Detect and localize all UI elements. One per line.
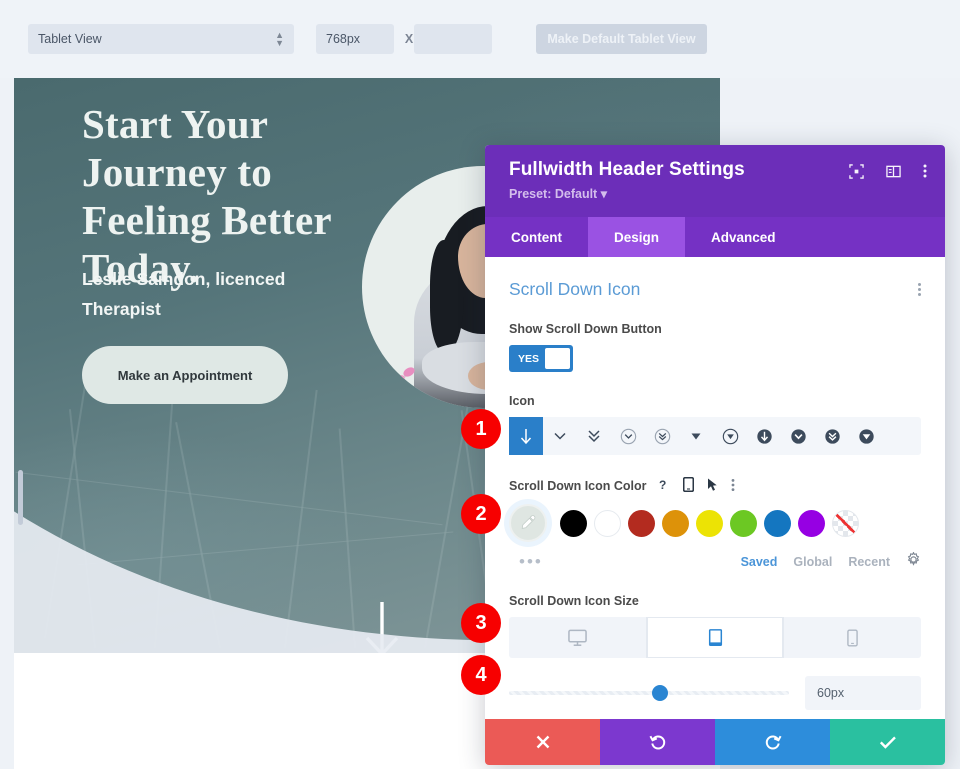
icon-option-circle-arrow-down-filled-icon[interactable] [747, 417, 781, 455]
palette-controls-row: ••• Saved Global Recent [509, 551, 921, 572]
view-mode-select[interactable]: Tablet View ▲ ▼ [28, 24, 294, 54]
redo-icon [765, 735, 781, 750]
tab-content[interactable]: Content [485, 217, 588, 257]
icon-picker [509, 417, 921, 455]
color-field-label-text: Scroll Down Icon Color [509, 479, 647, 493]
icon-option-double-chevron-down-icon[interactable] [577, 417, 611, 455]
eyedropper-icon[interactable] [509, 504, 547, 542]
hero-subheading: Leslie Saindon, licenced Therapist [82, 269, 286, 319]
icon-option-circle-triangle-down-filled-icon[interactable] [849, 417, 883, 455]
reset-button[interactable] [600, 719, 715, 765]
icon-option-triangle-down-icon[interactable] [679, 417, 713, 455]
device-phone-button[interactable] [784, 617, 921, 658]
kebab-menu-icon[interactable] [923, 163, 927, 179]
icon-option-circle-double-chevron-down-outline-icon[interactable] [645, 417, 679, 455]
section-title: Scroll Down Icon [509, 279, 641, 299]
svg-text:?: ? [659, 478, 666, 492]
color-field-label: Scroll Down Icon Color ? [509, 476, 921, 495]
save-button[interactable] [830, 719, 945, 765]
swatch-white[interactable] [594, 509, 621, 537]
swatch-none[interactable] [832, 509, 859, 537]
flower-decoration [381, 367, 415, 393]
annotation-badge-1: 1 [461, 409, 501, 449]
section-header: Scroll Down Icon [509, 279, 921, 300]
swatch-purple[interactable] [798, 509, 825, 537]
help-icon[interactable]: ? [659, 478, 670, 495]
swatch-red[interactable] [628, 509, 655, 537]
height-input[interactable] [414, 24, 492, 54]
cancel-button[interactable] [485, 719, 600, 765]
tab-advanced[interactable]: Advanced [685, 217, 802, 257]
annotation-badge-2: 2 [461, 494, 501, 534]
close-icon [536, 735, 549, 749]
icon-option-circle-triangle-down-outline-icon[interactable] [713, 417, 747, 455]
swatch-green[interactable] [730, 509, 757, 537]
device-tablet-button[interactable] [646, 617, 785, 658]
size-value: 60px [817, 686, 845, 700]
show-scroll-down-toggle[interactable]: YES [509, 345, 573, 372]
width-value: 768px [326, 32, 361, 46]
more-colors-icon[interactable]: ••• [519, 553, 543, 570]
swatch-blue[interactable] [764, 509, 791, 537]
tab-design[interactable]: Design [588, 217, 686, 257]
annotation-badge-4: 4 [461, 655, 501, 695]
icon-option-circle-chevron-down-filled-icon[interactable] [781, 417, 815, 455]
preview-resize-handle[interactable] [18, 470, 23, 525]
section-kebab-menu-icon[interactable] [918, 281, 921, 298]
view-mode-label: Tablet View [38, 32, 102, 46]
chevron-updown-icon: ▲ ▼ [275, 30, 284, 48]
icon-option-chevron-down-icon[interactable] [543, 417, 577, 455]
fullwidth-header-settings-modal: Fullwidth Header Settings Preset: Defaul… [485, 145, 945, 765]
icon-option-arrow-down-icon[interactable] [509, 417, 543, 455]
toggle-knob [545, 348, 570, 369]
tablet-icon[interactable] [682, 476, 694, 495]
toggle-value: YES [518, 352, 540, 365]
icon-option-circle-double-chevron-down-filled-icon[interactable] [815, 417, 849, 455]
size-slider-row: 60px [509, 676, 921, 710]
annotation-badge-3: 3 [461, 603, 501, 643]
preset-selector[interactable]: Preset: Default ▾ [509, 186, 927, 201]
size-field-label: Scroll Down Icon Size [509, 594, 639, 608]
desktop-icon [568, 629, 587, 646]
modal-header: Fullwidth Header Settings Preset: Defaul… [485, 145, 945, 217]
modal-body: Scroll Down Icon Show Scroll Down Button… [485, 257, 945, 719]
layout-icon[interactable] [886, 164, 901, 179]
slider-track[interactable] [509, 691, 789, 695]
palette-tab-recent[interactable]: Recent [848, 555, 890, 569]
phone-icon [847, 629, 858, 646]
palette-tab-global[interactable]: Global [793, 555, 832, 569]
swatch-orange[interactable] [662, 509, 689, 537]
make-appointment-button[interactable]: Make an Appointment [82, 346, 288, 404]
gear-icon[interactable] [906, 551, 921, 572]
width-input[interactable]: 768px [316, 24, 394, 54]
undo-icon [649, 735, 665, 750]
size-slider[interactable] [509, 685, 789, 701]
swatch-yellow[interactable] [696, 509, 723, 537]
responsive-device-group [509, 617, 921, 658]
modal-tabs: Content Design Advanced [485, 217, 945, 257]
target-icon[interactable] [849, 163, 864, 179]
redo-button[interactable] [715, 719, 830, 765]
check-icon [879, 736, 896, 749]
scroll-down-arrow-icon[interactable] [354, 598, 410, 653]
screen-root: Tablet View ▲ ▼ 768px X Make Default Tabl… [0, 0, 960, 769]
swatch-black[interactable] [560, 509, 587, 537]
size-value-input[interactable]: 60px [805, 676, 921, 710]
show-scroll-down-label: Show Scroll Down Button [509, 322, 662, 336]
device-desktop-button[interactable] [509, 617, 647, 658]
color-swatch-row [509, 504, 921, 542]
cursor-icon[interactable] [707, 478, 718, 495]
icon-option-circle-chevron-down-outline-icon[interactable] [611, 417, 645, 455]
icon-field-label: Icon [509, 394, 535, 408]
color-field-kebab-menu-icon[interactable] [731, 478, 735, 495]
make-default-tablet-view-button[interactable]: Make Default Tablet View [536, 24, 707, 54]
responsive-toolbar: Tablet View ▲ ▼ 768px X Make Default Tabl… [0, 0, 960, 78]
palette-tab-saved[interactable]: Saved [741, 555, 778, 569]
tablet-icon [708, 629, 722, 646]
slider-knob[interactable] [652, 685, 669, 701]
modal-footer [485, 719, 945, 765]
